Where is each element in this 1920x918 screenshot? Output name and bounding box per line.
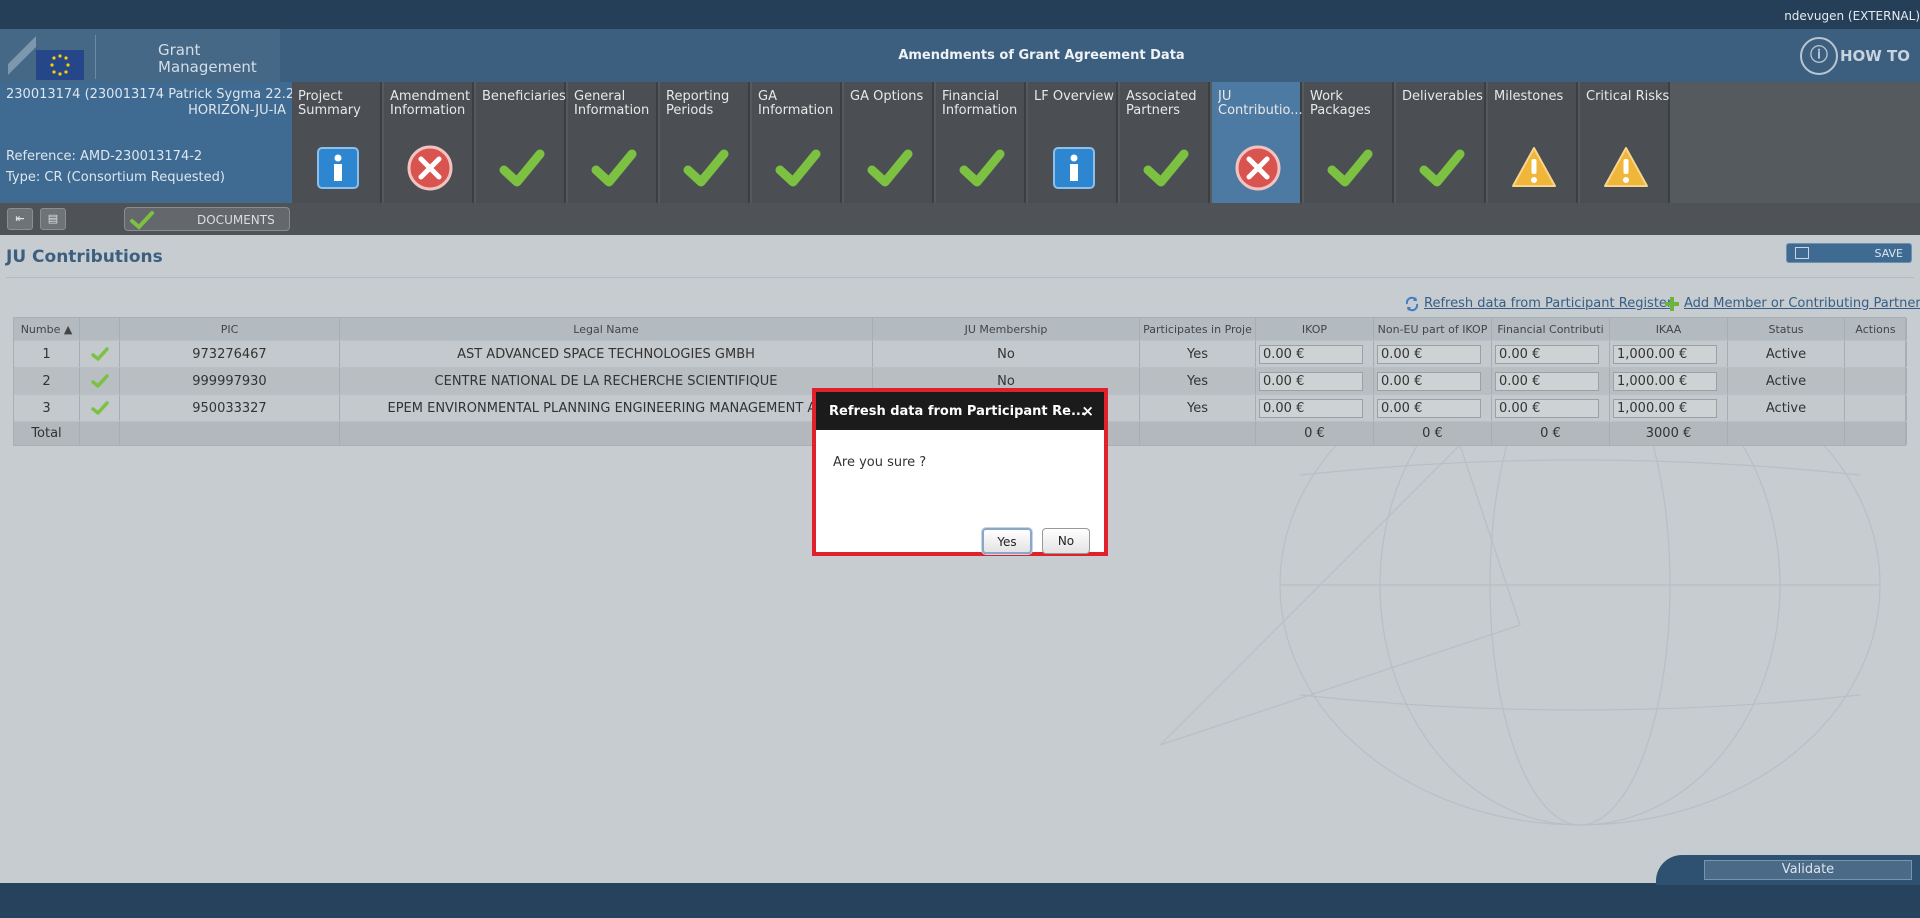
dialog-title: Refresh data from Participant Re... <box>829 404 1086 419</box>
confirm-dialog: Refresh data from Participant Re... × Ar… <box>812 388 1108 556</box>
modal-overlay: Refresh data from Participant Re... × Ar… <box>0 0 1920 918</box>
yes-button[interactable]: Yes <box>982 528 1032 554</box>
dialog-message: Are you sure ? <box>833 455 927 470</box>
dialog-header: Refresh data from Participant Re... × <box>816 392 1104 430</box>
close-icon[interactable]: × <box>1081 402 1094 420</box>
no-button[interactable]: No <box>1042 528 1090 554</box>
